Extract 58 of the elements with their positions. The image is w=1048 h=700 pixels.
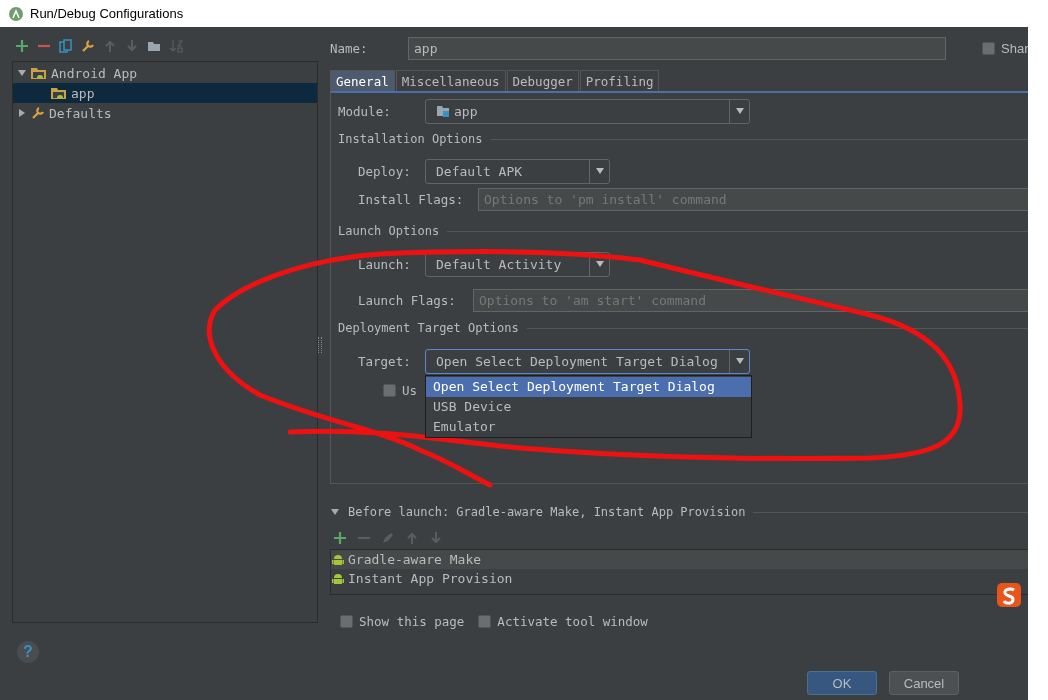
checkbox[interactable]	[478, 614, 492, 628]
window-title: Run/Debug Configurations	[30, 6, 184, 21]
tab[interactable]: Miscellaneous	[395, 70, 506, 91]
checkbox-label: Show this page	[359, 613, 465, 629]
tree-item[interactable]: Defaults	[13, 103, 317, 123]
task-item[interactable]: Gradle-aware Make	[331, 550, 1028, 569]
ime-icon	[996, 582, 1022, 608]
module-dropdown[interactable]: app	[425, 98, 750, 124]
android-icon	[331, 552, 345, 567]
collapse-caret-icon[interactable]	[17, 68, 27, 78]
folder-icon[interactable]	[147, 39, 161, 53]
expand-caret-icon[interactable]	[17, 108, 27, 118]
add-icon[interactable]	[15, 39, 29, 53]
wrench-icon[interactable]	[81, 39, 95, 53]
dropdown-option[interactable]: Emulator	[426, 416, 751, 437]
android-folder-icon	[50, 86, 68, 100]
checkbox[interactable]	[383, 383, 396, 397]
share-label: Shar	[1001, 40, 1028, 56]
splitter-handle[interactable]	[318, 337, 322, 353]
share-checkbox[interactable]	[982, 41, 995, 55]
module-folder-icon	[436, 104, 450, 118]
dropdown-arrow-icon	[594, 260, 605, 268]
module-label: Module:	[338, 103, 392, 119]
collapse-caret-icon[interactable]	[330, 507, 340, 517]
section-title: Installation Options	[338, 132, 483, 146]
before-launch-title[interactable]: Before launch: Gradle-aware Make, Instant App Provision	[348, 505, 746, 519]
dialog-button[interactable]: OK	[807, 671, 877, 695]
copy-icon[interactable]	[59, 39, 73, 53]
checkbox-label: Us	[402, 382, 418, 398]
tree-item[interactable]: app	[13, 83, 317, 103]
tab[interactable]: Debugger	[506, 70, 579, 91]
launch-flags-label: Launch Flags:	[358, 292, 457, 308]
dropdown-option[interactable]: Open Select Deployment Target Dialog	[426, 376, 751, 397]
wrench-icon	[30, 106, 46, 120]
android-studio-logo-icon	[8, 5, 24, 22]
name-field[interactable]: app	[408, 36, 946, 60]
dropdown-arrow-icon	[734, 107, 745, 115]
dialog-button[interactable]: Cancel	[889, 671, 959, 695]
deploy-dropdown[interactable]: Default APK	[425, 158, 610, 184]
dropdown-arrow-icon	[734, 357, 745, 365]
android-folder-icon	[30, 66, 48, 80]
tab[interactable]: General	[330, 70, 395, 91]
task-item[interactable]: Instant App Provision	[331, 569, 1028, 588]
target-label: Target:	[358, 353, 412, 369]
install-flags-label: Install Flags:	[358, 191, 465, 207]
add-icon[interactable]	[333, 531, 347, 545]
checkbox[interactable]	[340, 614, 353, 628]
section-title: Deployment Target Options	[338, 321, 519, 335]
name-label: Name:	[330, 40, 369, 56]
dropdown-option[interactable]: USB Device	[426, 396, 751, 417]
android-icon	[331, 571, 345, 586]
dropdown-arrow-icon	[594, 167, 605, 175]
deploy-label: Deploy:	[358, 163, 412, 179]
launch-label: Launch:	[358, 256, 412, 272]
tab[interactable]: Profiling	[579, 70, 660, 91]
section-title: Launch Options	[338, 224, 440, 238]
checkbox-label: Activate tool window	[497, 613, 648, 629]
tree-item[interactable]: Android App	[13, 63, 317, 83]
